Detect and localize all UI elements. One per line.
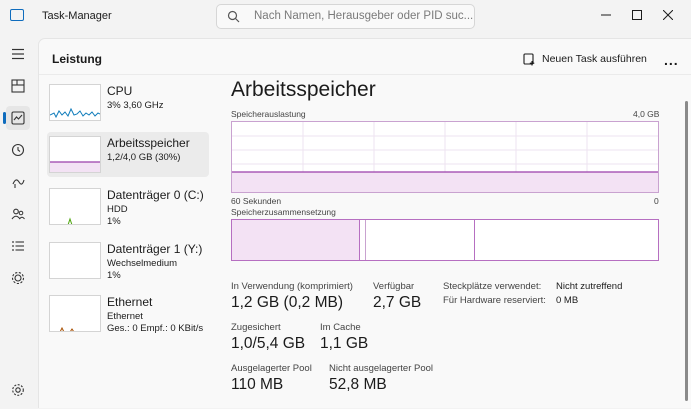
more-options-button[interactable]: ... xyxy=(664,52,679,68)
details-icon xyxy=(12,241,24,251)
resource-name: Datenträger 1 (Y:) xyxy=(107,242,203,256)
performance-icon xyxy=(11,111,25,125)
committed-value: 1,0/5,4 GB xyxy=(231,335,306,352)
users-icon xyxy=(11,208,25,220)
resource-item-ethernet[interactable]: Ethernet Ethernet Ges.: 0 Empf.: 0 KBit/… xyxy=(47,291,209,336)
ethernet-sparkline xyxy=(59,326,74,331)
committed-label: Zugesichert xyxy=(231,322,281,333)
cached-label: Im Cache xyxy=(320,322,361,333)
available-label: Verfügbar xyxy=(373,281,415,292)
close-icon xyxy=(663,10,673,20)
resource-name: Datenträger 0 (C:) xyxy=(107,188,204,202)
nav-app-history[interactable] xyxy=(6,138,30,162)
slots-used-value: Nicht zutreffend xyxy=(556,281,623,292)
composition-in-use xyxy=(232,220,360,260)
new-task-label: Neuen Task ausführen xyxy=(542,53,647,65)
in-use-label: In Verwendung (komprimiert) xyxy=(231,281,353,292)
startup-apps-icon xyxy=(12,179,25,188)
resource-value: Ges.: 0 Empf.: 0 KBit/s xyxy=(107,323,204,334)
hardware-reserved-label: Für Hardware reserviert: xyxy=(443,295,546,306)
nav-details[interactable] xyxy=(6,234,30,258)
task-manager-app-icon xyxy=(10,9,24,21)
resource-subtitle: HDD xyxy=(107,204,128,215)
paged-pool-label: Ausgelagerter Pool xyxy=(231,363,312,374)
search-placeholder[interactable]: Nach Namen, Herausgeber oder PID suc... xyxy=(254,10,473,22)
page-title: Leistung xyxy=(52,52,102,66)
slots-used-label: Steckplätze verwendet: xyxy=(443,281,542,292)
app-title: Task-Manager xyxy=(42,10,112,22)
composition-label: Speicherzusammensetzung xyxy=(231,207,336,217)
resource-value: 1% xyxy=(107,216,121,227)
available-value: 2,7 GB xyxy=(373,294,422,311)
maximize-icon xyxy=(632,10,642,20)
nonpaged-pool-label: Nicht ausgelagerter Pool xyxy=(329,363,434,374)
nav-users[interactable] xyxy=(6,202,30,226)
memory-sparkline xyxy=(50,161,100,172)
hamburger-menu-icon xyxy=(12,48,24,60)
resource-item-disk-1[interactable]: Datenträger 1 (Y:) Wechselmedium 1% xyxy=(47,238,209,283)
time-axis-label: 60 Sekunden xyxy=(231,196,282,206)
nav-processes[interactable] xyxy=(6,74,30,98)
resource-subtitle: 3% 3,60 GHz xyxy=(107,100,164,111)
left-navigation xyxy=(0,34,36,408)
app-history-icon xyxy=(11,143,25,157)
close-button[interactable] xyxy=(645,0,691,30)
resource-item-disk-0[interactable]: Datenträger 0 (C:) HDD 1% xyxy=(47,184,209,229)
new-task-button[interactable]: Neuen Task ausführen xyxy=(523,49,647,69)
memory-thumbnail-graph xyxy=(49,136,101,173)
disk1-thumbnail-graph xyxy=(49,242,101,279)
resource-name: Ethernet xyxy=(107,295,153,309)
time-axis-zero: 0 xyxy=(654,196,659,206)
memory-usage-graph xyxy=(231,121,659,193)
search-icon xyxy=(227,10,240,23)
title-bar: Task-Manager Nach Namen, Herausgeber ode… xyxy=(0,0,691,34)
usage-graph-label: Speicherauslastung xyxy=(231,109,306,119)
resource-name: Arbeitsspeicher xyxy=(107,136,190,150)
nav-settings[interactable] xyxy=(6,378,30,402)
memory-detail-panel: Arbeitsspeicher Speicherauslastung 4,0 G… xyxy=(229,75,669,409)
in-use-value: 1,2 GB (0,2 MB) xyxy=(231,294,343,311)
paged-pool-value: 110 MB xyxy=(231,376,284,393)
hamburger-menu-button[interactable] xyxy=(6,42,30,66)
resource-item-memory[interactable]: Arbeitsspeicher 1,2/4,0 GB (30%) xyxy=(47,132,209,177)
resource-item-cpu[interactable]: CPU 3% 3,60 GHz xyxy=(47,80,209,125)
ethernet-thumbnail-graph xyxy=(49,295,101,332)
detail-title: Arbeitsspeicher xyxy=(231,78,376,101)
resource-subtitle: Wechselmedium xyxy=(107,258,178,269)
main-panel: Leistung Neuen Task ausführen ... CPU 3%… xyxy=(38,38,691,408)
resource-value: 1% xyxy=(107,270,121,281)
cpu-sparkline xyxy=(50,107,100,119)
resource-subtitle: 1,2/4,0 GB (30%) xyxy=(107,152,181,163)
hardware-reserved-value: 0 MB xyxy=(556,295,579,306)
memory-usage-fill xyxy=(232,172,658,192)
memory-usage-chart xyxy=(232,122,658,192)
nonpaged-pool-value: 52,8 MB xyxy=(329,376,387,393)
minimize-icon xyxy=(601,14,611,16)
active-indicator xyxy=(3,112,6,124)
memory-composition-bar xyxy=(231,219,659,261)
usage-graph-max: 4,0 GB xyxy=(633,109,660,119)
processes-icon xyxy=(11,79,25,93)
disk1-sparkline xyxy=(50,243,101,279)
cpu-thumbnail-graph xyxy=(49,84,101,121)
settings-icon xyxy=(12,384,24,396)
cached-value: 1,1 GB xyxy=(320,335,369,352)
search-box[interactable]: Nach Namen, Herausgeber oder PID suc... xyxy=(216,4,475,29)
resource-subtitle: Ethernet xyxy=(107,311,143,322)
disk0-sparkline xyxy=(67,217,73,224)
services-icon xyxy=(11,271,25,285)
disk0-thumbnail-graph xyxy=(49,188,101,225)
composition-modified-standby xyxy=(365,220,475,260)
nav-startup-apps[interactable] xyxy=(6,170,30,194)
resource-list: CPU 3% 3,60 GHz Arbeitsspeicher 1,2/4,0 … xyxy=(39,75,219,409)
nav-performance[interactable] xyxy=(3,106,30,130)
vertical-scrollbar[interactable] xyxy=(685,101,688,401)
new-task-icon xyxy=(523,52,535,65)
resource-name: CPU xyxy=(107,84,133,98)
nav-services[interactable] xyxy=(6,266,30,290)
